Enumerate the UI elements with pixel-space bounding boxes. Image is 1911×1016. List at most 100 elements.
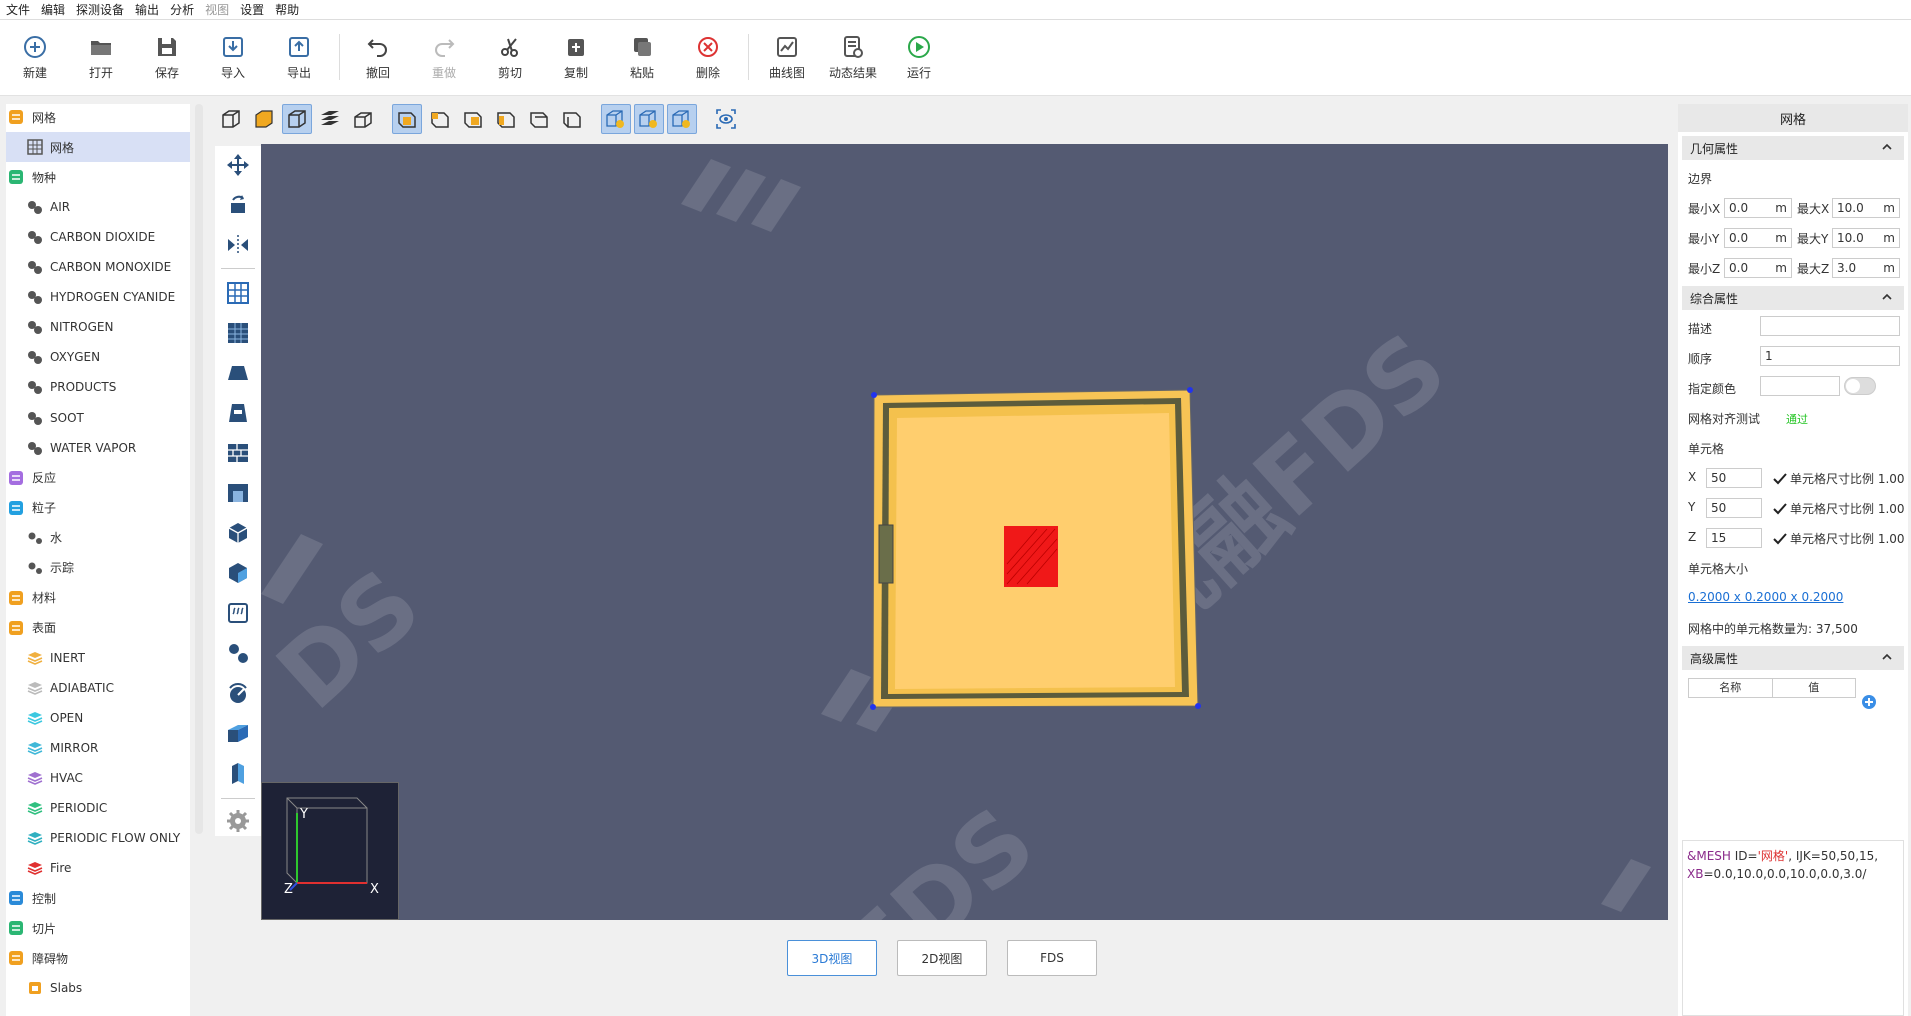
description-input[interactable] <box>1760 316 1900 336</box>
redo-button[interactable]: 重做 <box>414 34 474 81</box>
min-z-input[interactable]: 0.0 m <box>1724 258 1792 278</box>
tree-item-hydrogen-cyanide[interactable]: HYDROGEN CYANIDE <box>6 282 190 312</box>
sprinkler-tool-button[interactable] <box>223 678 253 708</box>
cells-z-ratio[interactable]: 单元格尺寸比例 1.00 <box>1772 530 1905 547</box>
vertex-handle[interactable] <box>1187 387 1193 393</box>
heater-tool-button[interactable] <box>223 598 253 628</box>
tree-item-node-1[interactable]: 网格 <box>6 132 190 163</box>
tree-item-inert[interactable]: INERT <box>6 643 190 673</box>
cell-size-link[interactable]: 0.2000 x 0.2000 x 0.2000 <box>1688 590 1843 604</box>
right-view-button[interactable] <box>524 104 554 134</box>
door-tool-button[interactable] <box>223 478 253 508</box>
tree-item-node-15[interactable]: 示踪 <box>6 553 190 583</box>
open-button[interactable]: 打开 <box>71 34 131 81</box>
new-button[interactable]: 新建 <box>5 34 65 81</box>
menu-file[interactable]: 文件 <box>6 1 30 18</box>
general-section-header[interactable]: 综合属性 <box>1682 286 1904 310</box>
tree-item-oxygen[interactable]: OXYGEN <box>6 342 190 372</box>
tree-item-water-vapor[interactable]: WATER VAPOR <box>6 433 190 463</box>
trapezoid-tool-button[interactable] <box>223 358 253 388</box>
tree-category-node-16[interactable]: 材料 <box>6 583 190 613</box>
line-chart-button[interactable]: 曲线图 <box>757 34 817 81</box>
menu-analysis[interactable]: 分析 <box>170 1 194 18</box>
obstruction-tool-button[interactable] <box>223 758 253 788</box>
max-z-input[interactable]: 3.0 m <box>1832 258 1900 278</box>
tree-item-carbon-dioxide[interactable]: CARBON DIOXIDE <box>6 222 190 252</box>
tree-category-node-2[interactable]: 物种 <box>6 162 190 192</box>
tree-item-nitrogen[interactable]: NITROGEN <box>6 312 190 342</box>
vent-tool-button[interactable] <box>223 398 253 428</box>
min-y-input[interactable]: 0.0 m <box>1724 228 1792 248</box>
back-view-button[interactable] <box>458 104 488 134</box>
max-y-input[interactable]: 10.0 m <box>1832 228 1900 248</box>
tree-category-node-12[interactable]: 反应 <box>6 463 190 493</box>
tree-item-periodic-flow-only[interactable]: PERIODIC FLOW ONLY <box>6 823 190 853</box>
tree-item-mirror[interactable]: MIRROR <box>6 733 190 763</box>
left-view-button[interactable] <box>491 104 521 134</box>
tree-item-node-14[interactable]: 水 <box>6 523 190 553</box>
slice-tool-button[interactable] <box>223 718 253 748</box>
cells-y-ratio[interactable]: 单元格尺寸比例 1.00 <box>1772 500 1905 517</box>
tree-item-carbon-monoxide[interactable]: CARBON MONOXIDE <box>6 252 190 282</box>
run-button[interactable]: 运行 <box>889 34 949 81</box>
tree-category-node-17[interactable]: 表面 <box>6 613 190 643</box>
menu-settings[interactable]: 设置 <box>240 1 264 18</box>
mirror-tool-button[interactable] <box>223 230 253 260</box>
tree-category-node-28[interactable]: 障碍物 <box>6 943 190 973</box>
3d-viewport[interactable]: 祝融FDS DS FDS Y X Z <box>261 144 1668 920</box>
cells-x-ratio[interactable]: 单元格尺寸比例 1.00 <box>1772 470 1905 487</box>
advanced-section-header[interactable]: 高级属性 <box>1682 646 1904 670</box>
cells-y-input[interactable]: 50 <box>1706 498 1762 518</box>
vertex-handle[interactable] <box>871 392 877 398</box>
vertex-handle[interactable] <box>870 704 876 710</box>
tree-item-hvac[interactable]: HVAC <box>6 763 190 793</box>
tree-item-periodic[interactable]: PERIODIC <box>6 793 190 823</box>
dynamic-result-button[interactable]: 动态结果 <box>823 34 883 81</box>
add-row-icon[interactable] <box>1861 694 1877 710</box>
menu-view[interactable]: 视图 <box>205 1 229 18</box>
export-button[interactable]: 导出 <box>269 34 329 81</box>
copy-button[interactable]: 复制 <box>546 34 606 81</box>
fire-source[interactable] <box>1004 526 1058 587</box>
menu-output[interactable]: 输出 <box>135 1 159 18</box>
front-view-button[interactable] <box>425 104 455 134</box>
paste-button[interactable]: 粘贴 <box>612 34 672 81</box>
iso-view-button[interactable] <box>392 104 422 134</box>
tree-item-products[interactable]: PRODUCTS <box>6 372 190 402</box>
hole-tool-button[interactable] <box>223 558 253 588</box>
order-input[interactable]: 1 <box>1760 346 1900 366</box>
tree-item-adiabatic[interactable]: ADIABATIC <box>6 673 190 703</box>
vertex-handle[interactable] <box>1195 703 1201 709</box>
tree-item-open[interactable]: OPEN <box>6 703 190 733</box>
save-button[interactable]: 保存 <box>137 34 197 81</box>
cells-z-input[interactable]: 15 <box>1706 528 1762 548</box>
tree-item-air[interactable]: AIR <box>6 192 190 222</box>
tree-item-fire[interactable]: Fire <box>6 853 190 883</box>
geometry-section-header[interactable]: 几何属性 <box>1682 136 1904 160</box>
max-x-input[interactable]: 10.0 m <box>1832 198 1900 218</box>
delete-button[interactable]: 删除 <box>678 34 738 81</box>
color-toggle[interactable] <box>1844 377 1876 395</box>
layers-view-button[interactable] <box>315 104 345 134</box>
settings-tool-button[interactable] <box>223 806 253 836</box>
fit-view-button[interactable] <box>711 104 741 134</box>
import-button[interactable]: 导入 <box>203 34 263 81</box>
undo-button[interactable]: 撤回 <box>348 34 408 81</box>
tab-fds[interactable]: FDS <box>1007 940 1097 976</box>
solid-view-button[interactable] <box>249 104 279 134</box>
menu-help[interactable]: 帮助 <box>275 1 299 18</box>
cells-x-input[interactable]: 50 <box>1706 468 1762 488</box>
tree-scrollbar[interactable] <box>195 104 203 834</box>
tree-item-slabs[interactable]: Slabs <box>6 973 190 1003</box>
move-tool-button[interactable] <box>223 150 253 180</box>
door-opening[interactable] <box>878 524 894 584</box>
room-model[interactable] <box>870 387 1201 710</box>
mesh-tool-button[interactable] <box>223 278 253 308</box>
cut-button[interactable]: 剪切 <box>480 34 540 81</box>
tree-category-node-0[interactable]: 网格 <box>6 104 190 132</box>
light-cube-1-button[interactable] <box>601 104 631 134</box>
tab-2d-view[interactable]: 2D视图 <box>897 940 987 976</box>
rotate-tool-button[interactable] <box>223 190 253 220</box>
color-picker[interactable] <box>1760 376 1840 396</box>
wall-tool-button[interactable] <box>223 438 253 468</box>
